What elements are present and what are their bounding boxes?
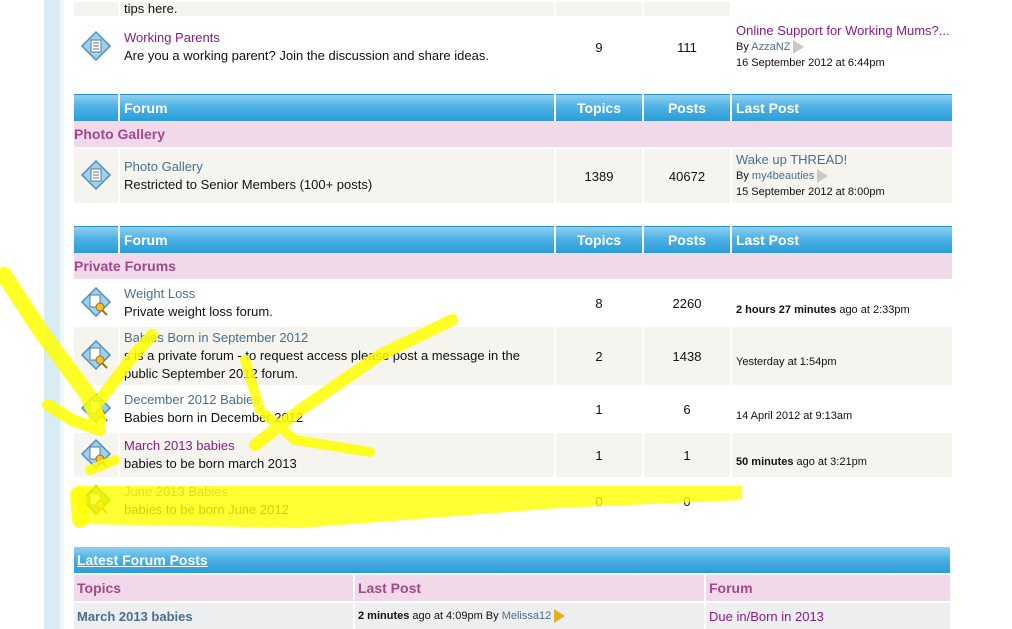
forum-doc-icon (80, 30, 112, 61)
forum-description: Babies born in December 2012 (124, 410, 304, 425)
posts-count: 111 (644, 16, 730, 76)
topics-count: 1 (556, 385, 642, 431)
latest-post-time-bold: 2 minutes (358, 609, 410, 622)
header-last-post: Last Post (732, 226, 952, 253)
forum-row-weight-loss[interactable]: Weight Loss Private weight loss forum. 8… (74, 279, 952, 325)
left-sidebar-stripe (44, 0, 60, 629)
last-post-time: 14 April 2012 at 9:13am (736, 410, 853, 422)
photo-gallery-section: Forum Topics Posts Last Post Photo Galle… (74, 94, 952, 203)
topics-count: 1389 (556, 147, 642, 203)
last-post-date: 15 September 2012 at 8:00pm (736, 186, 885, 198)
topics-count: 9 (556, 16, 642, 76)
forum-row-december-2012[interactable]: December 2012 Babies Babies born in Dece… (74, 385, 952, 431)
go-to-post-arrow-icon[interactable] (793, 40, 805, 55)
last-post-title-link[interactable]: Online Support for Working Mums?... (736, 23, 952, 39)
new-posts-forum-icon (80, 484, 112, 515)
header-last-post: Last Post (732, 94, 952, 121)
forum-description: Restricted to Senior Members (100+ posts… (124, 177, 373, 192)
last-post-time-bold: 2 hours 27 minutes (736, 304, 837, 316)
posts-count: 2260 (644, 279, 730, 325)
latest-forum-posts-section: Latest Forum Posts Topics Last Post Foru… (74, 547, 950, 629)
forum-title-link[interactable]: Babies Born in September 2012 (124, 329, 554, 347)
private-forum-key-icon (80, 438, 112, 469)
forum-row-working-parents[interactable]: Working Parents Are you a working parent… (74, 16, 952, 76)
latest-post-row[interactable]: March 2013 babies 2 minutes ago at 4:09p… (74, 601, 950, 629)
latest-forum-link[interactable]: Due in/Born in 2013 (706, 601, 950, 629)
forum-icon-cell (74, 16, 118, 76)
category-title-photo-gallery[interactable]: Photo Gallery (74, 121, 952, 147)
category-title-private-forums[interactable]: Private Forums (74, 253, 952, 279)
forum-description: tips here. (124, 1, 178, 16)
go-to-post-arrow-icon[interactable] (817, 169, 829, 184)
latest-topic-link[interactable]: March 2013 babies (74, 601, 353, 629)
posts-count: 40672 (644, 147, 730, 203)
forum-description: Private weight loss forum. (124, 304, 273, 319)
topics-count: 2 (556, 325, 642, 385)
forum-description: Are you a working parent? Join the discu… (124, 48, 489, 63)
go-to-post-arrow-icon[interactable] (554, 609, 566, 623)
latest-post-user-link[interactable]: Melissa12 (502, 610, 552, 622)
private-forum-key-icon (80, 286, 112, 317)
forum-row-june-2013[interactable]: June 2013 Babies babies to be born June … (74, 477, 952, 523)
latest-header-forum: Forum (706, 573, 950, 601)
forum-title-link[interactable]: Weight Loss (124, 285, 554, 303)
posts-count: 6 (644, 385, 730, 431)
last-post-date: 16 September 2012 at 6:44pm (736, 57, 885, 69)
forum-row-babies-sept-2012[interactable]: Babies Born in September 2012 s is a pri… (74, 325, 952, 385)
last-post-title-link[interactable]: Wake up THREAD! (736, 152, 952, 168)
forum-row-march-2013[interactable]: March 2013 babies babies to be born marc… (74, 431, 952, 477)
last-post-time: ago at 3:21pm (793, 456, 867, 468)
forum-title-link[interactable]: June 2013 Babies (124, 483, 554, 501)
latest-post-time: ago at 4:09pm By (409, 609, 502, 622)
last-post-user-link[interactable]: AzzaNZ (751, 41, 790, 53)
header-posts: Posts (644, 226, 730, 253)
private-forum-key-icon (80, 339, 112, 370)
posts-count: 1438 (644, 325, 730, 385)
latest-forum-posts-title[interactable]: Latest Forum Posts (74, 547, 950, 573)
private-forum-key-icon (80, 392, 112, 423)
forum-title-link[interactable]: Working Parents (124, 29, 554, 47)
last-post-time: ago at 2:33pm (836, 304, 910, 316)
forum-description: s is a private forum - to request access… (124, 348, 520, 381)
forum-title-link[interactable]: Photo Gallery (124, 158, 554, 176)
forum-description: babies to be born march 2013 (124, 456, 297, 471)
latest-header-topics: Topics (74, 573, 353, 601)
forum-title-link[interactable]: December 2012 Babies (124, 391, 554, 409)
latest-header-last-post: Last Post (355, 573, 704, 601)
header-posts: Posts (644, 94, 730, 121)
left-sidebar-stripe-inner (60, 0, 64, 629)
by-label: By (736, 41, 749, 53)
forum-table-header: Forum Topics Posts Last Post (74, 94, 952, 121)
last-post-time-bold: 50 minutes (736, 456, 794, 468)
forum-title-link[interactable]: March 2013 babies (124, 437, 554, 455)
last-post-time: Yesterday at 1:54pm (736, 356, 837, 368)
last-post-user-link[interactable]: my4beauties (752, 170, 814, 182)
partial-forum-row: tips here. (74, 0, 952, 16)
by-label: By (736, 170, 749, 182)
header-topics: Topics (556, 226, 642, 253)
forum-table-header: Forum Topics Posts Last Post (74, 226, 952, 253)
forum-doc-icon (80, 159, 112, 190)
forum-row-photo-gallery[interactable]: Photo Gallery Restricted to Senior Membe… (74, 147, 952, 203)
topics-count: 1 (556, 431, 642, 477)
header-forum: Forum (120, 226, 554, 253)
topics-count: 8 (556, 279, 642, 325)
topics-count: 0 (556, 477, 642, 523)
private-forums-section: Forum Topics Posts Last Post Private For… (74, 226, 952, 523)
header-forum: Forum (120, 94, 554, 121)
posts-count: 1 (644, 431, 730, 477)
header-topics: Topics (556, 94, 642, 121)
last-post-cell: Online Support for Working Mums?... By A… (732, 16, 952, 76)
posts-count: 0 (644, 477, 730, 523)
forum-description: babies to be born June 2012 (124, 502, 289, 517)
